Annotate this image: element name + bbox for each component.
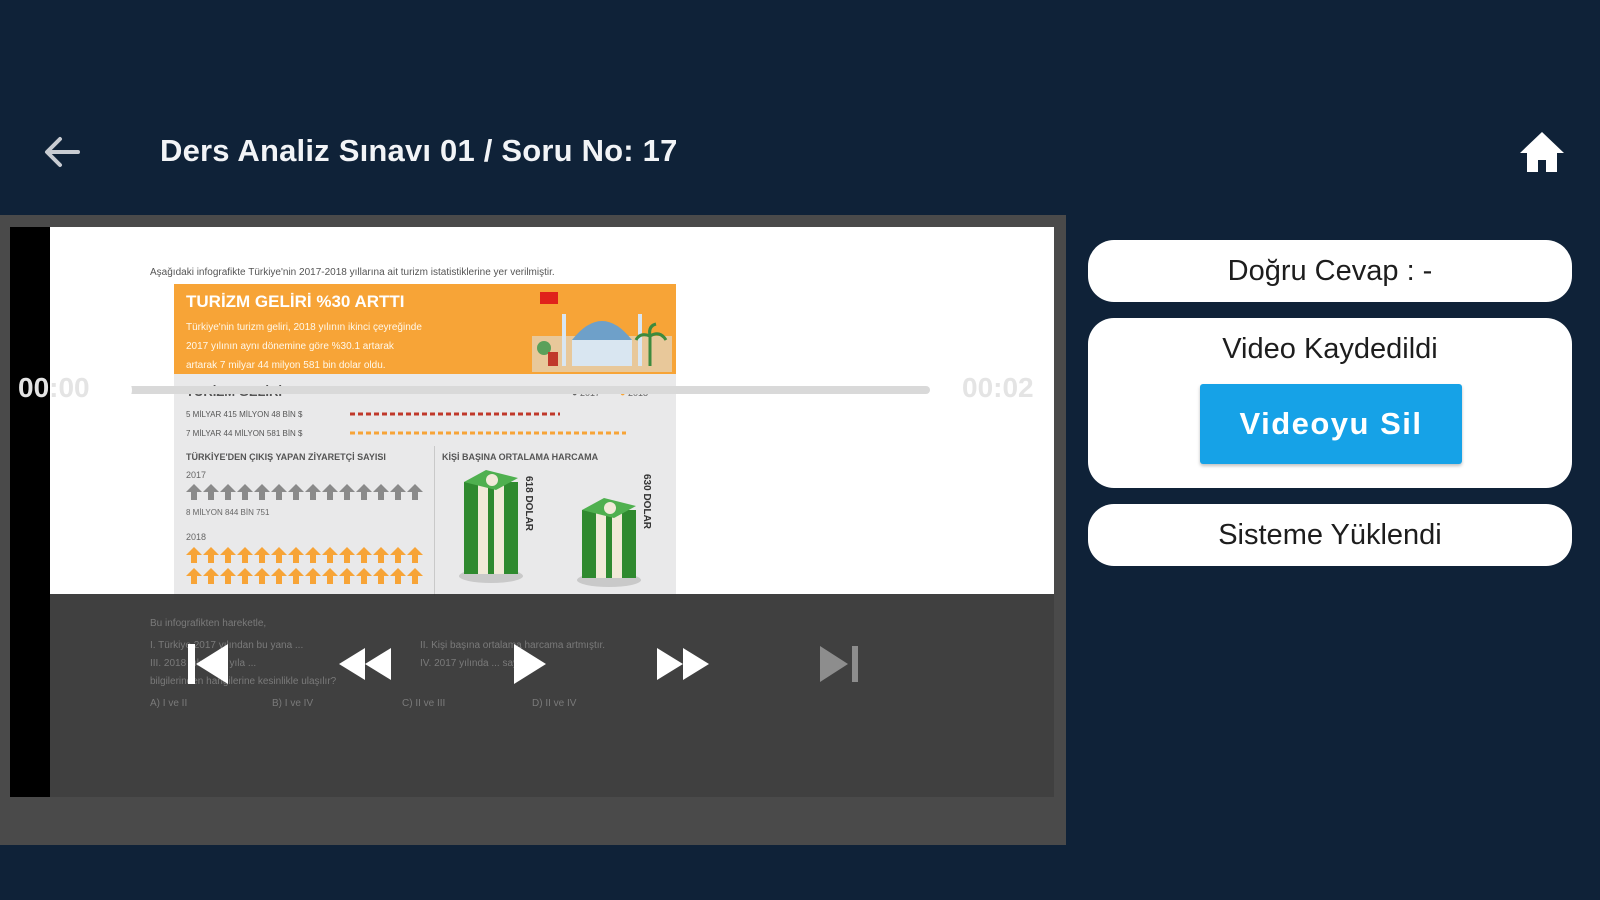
- play-icon[interactable]: [498, 636, 554, 692]
- skip-next-icon[interactable]: [812, 636, 868, 692]
- video-status-label: Video Kaydedildi: [1222, 333, 1438, 365]
- seek-thumb[interactable]: [108, 378, 132, 402]
- correct-answer-card: Doğru Cevap : -: [1088, 240, 1572, 302]
- upload-status-card: Sisteme Yüklendi: [1088, 504, 1572, 566]
- visitors-2018-icons: [186, 547, 423, 584]
- video-player: Aşağıdaki infografikte Türkiye'nin 2017-…: [0, 215, 1066, 845]
- money-2017-label: 618 DOLAR: [523, 476, 534, 532]
- money-2018-label: 630 DOLAR: [641, 474, 652, 530]
- mosque-illustration: [532, 314, 672, 372]
- ghost-text: C) II ve III: [402, 698, 446, 709]
- player-controls: Bu infografikten hareketle, I. Türkiye 2…: [50, 594, 1054, 797]
- correct-answer-label: Doğru Cevap : -: [1227, 255, 1433, 287]
- visitors-2017-count: 8 MİLYON 844 BİN 751: [186, 508, 270, 517]
- income-2018-label: 7 MİLYAR 44 MİLYON 581 BİN $: [186, 429, 303, 438]
- question-intro: Aşağıdaki infografikte Türkiye'nin 2017-…: [150, 267, 555, 278]
- income-2017-bar: [350, 412, 560, 416]
- current-time: 00:00: [18, 372, 90, 403]
- video-status-card: Video Kaydedildi Videoyu Sil: [1088, 318, 1572, 488]
- home-icon[interactable]: [1516, 126, 1568, 178]
- visitors-title: TÜRKİYE'DEN ÇIKIŞ YAPAN ZİYARETÇİ SAYISI: [186, 452, 386, 462]
- infographic-header: TURİZM GELİRİ %30 ARTTI Türkiye'nin turi…: [174, 284, 676, 374]
- total-time: 00:02: [962, 372, 1034, 403]
- flag-icon: [540, 292, 558, 304]
- infographic: TURİZM GELİRİ %30 ARTTI Türkiye'nin turi…: [174, 284, 676, 600]
- ghost-text: bilgilerinden hangilerine kesinlikle ula…: [150, 676, 337, 687]
- infographic-description: Türkiye'nin turizm geliri, 2018 yılının …: [186, 322, 422, 371]
- ghost-text: B) I ve IV: [272, 698, 314, 709]
- page-title: Ders Analiz Sınavı 01 / Soru No: 17: [160, 133, 678, 168]
- fast-forward-icon[interactable]: [655, 636, 711, 692]
- visitors-year-2018: 2018: [186, 532, 207, 542]
- delete-video-button[interactable]: Videoyu Sil: [1200, 384, 1462, 464]
- infographic-title: TURİZM GELİRİ %30 ARTTI: [186, 292, 405, 311]
- back-arrow-icon[interactable]: [38, 128, 86, 176]
- money-stack-2017-icon: [459, 470, 523, 583]
- rewind-icon[interactable]: [337, 636, 393, 692]
- money-stack-2018-icon: [577, 498, 641, 587]
- infographic-divider: [434, 446, 435, 596]
- ghost-text: A) I ve II: [150, 698, 188, 709]
- spending-title: KİŞİ BAŞINA ORTALAMA HARCAMA: [442, 452, 599, 462]
- income-2017-label: 5 MİLYAR 415 MİLYON 48 BİN $: [186, 410, 303, 419]
- ghost-text: D) II ve IV: [532, 698, 577, 709]
- upload-status-label: Sisteme Yüklendi: [1218, 519, 1442, 551]
- video-area[interactable]: Aşağıdaki infografikte Türkiye'nin 2017-…: [10, 227, 1054, 797]
- income-2018-bar: [350, 431, 626, 435]
- visitors-2017-icons: [186, 484, 423, 500]
- seek-bar[interactable]: [120, 386, 930, 394]
- ghost-text: Bu infografikten hareketle,: [150, 618, 267, 629]
- skip-previous-icon[interactable]: [180, 636, 236, 692]
- visitors-year-2017: 2017: [186, 470, 207, 480]
